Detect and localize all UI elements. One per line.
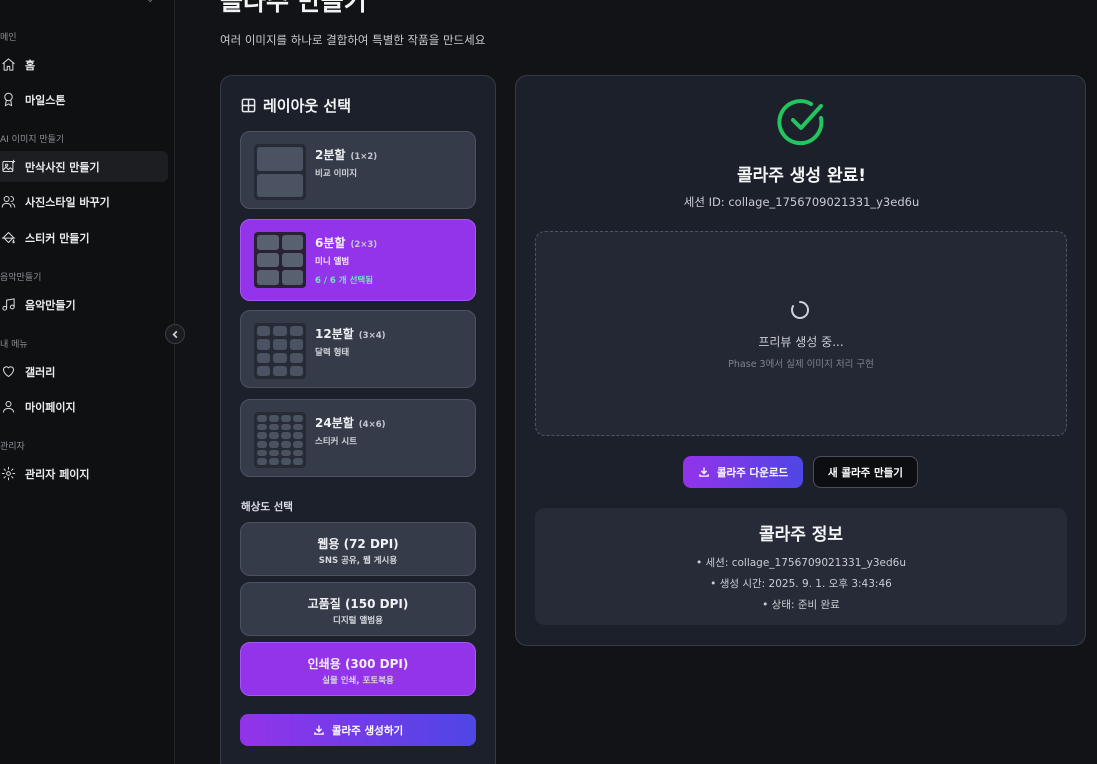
music-icon bbox=[0, 297, 16, 313]
page-subtitle: 여러 이미지를 하나로 결합하여 특별한 작품을 만드세요 bbox=[220, 33, 486, 47]
sidebar-item-label: 관리자 페이지 bbox=[25, 467, 90, 481]
layout-thumbnail bbox=[254, 412, 306, 468]
layout-name: 6분할 (2×3) bbox=[315, 236, 378, 250]
resolution-option-300[interactable]: 인쇄용 (300 DPI) 실물 인쇄, 포토북용 bbox=[240, 642, 476, 696]
heart-icon bbox=[0, 364, 16, 380]
download-collage-button[interactable]: 콜라주 다운로드 bbox=[683, 456, 803, 488]
sidebar-item-photo-style[interactable]: 사진스타일 바꾸기 bbox=[0, 186, 168, 217]
layout-thumbnail bbox=[254, 323, 306, 379]
layout-thumbnail bbox=[254, 144, 306, 200]
done-title: 콜라주 생성 완료! bbox=[736, 166, 867, 186]
check-circle-icon bbox=[777, 99, 824, 146]
sidebar-item-label: 마일스톤 bbox=[25, 93, 66, 107]
layout-panel-title: 레이아웃 선택 bbox=[241, 95, 351, 116]
sidebar-item-label: 스티커 만들기 bbox=[25, 231, 90, 245]
users-icon bbox=[0, 194, 16, 210]
sidebar-item-sticker[interactable]: 스티커 만들기 bbox=[0, 222, 168, 253]
layout-panel: 레이아웃 선택 2분할 (1×2) 비교 이미지 6분할 (2×3) 미니 앨범 6… bbox=[220, 75, 496, 764]
sidebar-item-gallery[interactable]: 갤러리 bbox=[0, 356, 168, 387]
sidebar-collapse-button[interactable] bbox=[165, 324, 185, 344]
layout-panel-title-text: 레이아웃 선택 bbox=[263, 97, 352, 115]
layout-desc: 미니 앨범 bbox=[315, 257, 350, 267]
sidebar-item-label: 홈 bbox=[25, 58, 36, 72]
preview-note: Phase 3에서 실제 이미지 처리 구현 bbox=[728, 359, 874, 370]
layout-name: 24분할 (4×6) bbox=[315, 416, 386, 430]
layout-name: 12분할 (3×4) bbox=[315, 327, 386, 341]
preview-status: 프리뷰 생성 중... bbox=[758, 335, 844, 349]
layout-option-12[interactable]: 12분할 (3×4) 달력 형태 bbox=[240, 310, 476, 388]
collage-info-title: 콜라주 정보 bbox=[758, 525, 844, 545]
sidebar-section-ai-image: AI 이미지 만들기 bbox=[0, 135, 65, 145]
loading-spinner-icon bbox=[791, 300, 809, 319]
resolution-label: 웹용 (72 DPI) bbox=[317, 537, 399, 551]
image-sparkle-icon bbox=[0, 159, 16, 175]
sidebar-item-label: 마이페이지 bbox=[25, 400, 76, 414]
chevron-left-icon bbox=[171, 330, 177, 338]
resolution-desc: 실물 인쇄, 포토북용 bbox=[322, 676, 394, 686]
sidebar-section-music: 음악만들기 bbox=[0, 273, 42, 283]
layout-option-2[interactable]: 2분할 (1×2) 비교 이미지 bbox=[240, 131, 476, 209]
sidebar-item-label: 만삭사진 만들기 bbox=[25, 160, 100, 174]
info-session: • 세션: collage_1756709021331_y3ed6u bbox=[695, 557, 907, 569]
collage-info: 콜라주 정보 • 세션: collage_1756709021331_y3ed6… bbox=[535, 508, 1067, 625]
sidebar-item-home[interactable]: 홈 bbox=[0, 49, 168, 80]
sidebar-section-admin: 관리자 bbox=[0, 442, 25, 452]
download-collage-label: 콜라주 다운로드 bbox=[716, 466, 789, 479]
info-created-time: • 생성 시간: 2025. 9. 1. 오후 3:43:46 bbox=[710, 578, 892, 590]
sidebar-item-admin[interactable]: 관리자 페이지 bbox=[0, 458, 168, 489]
layout-thumbnail bbox=[254, 232, 306, 288]
sidebar-item-milestone[interactable]: 마일스톤 bbox=[0, 84, 168, 115]
page-title: 콜라주 만들기 bbox=[220, 0, 367, 16]
award-icon bbox=[0, 92, 16, 108]
generate-collage-label: 콜라주 생성하기 bbox=[331, 724, 404, 737]
layout-name: 2분할 (1×2) bbox=[315, 148, 378, 162]
resolution-desc: SNS 공유, 웹 게시용 bbox=[318, 556, 398, 566]
generate-collage-button[interactable]: 콜라주 생성하기 bbox=[240, 714, 476, 746]
resolution-option-72[interactable]: 웹용 (72 DPI) SNS 공유, 웹 게시용 bbox=[240, 522, 476, 576]
gear-icon bbox=[0, 466, 16, 482]
resolution-title: 해상도 선택 bbox=[241, 501, 293, 513]
preview-area: 프리뷰 생성 중... Phase 3에서 실제 이미지 처리 구현 bbox=[535, 231, 1067, 436]
home-icon bbox=[0, 57, 16, 73]
sidebar-section-my-menu: 내 메뉴 bbox=[0, 340, 28, 350]
sidebar-item-mypage[interactable]: 마이페이지 bbox=[0, 391, 168, 422]
sidebar-item-label: 갤러리 bbox=[25, 365, 56, 379]
layout-option-6[interactable]: 6분할 (2×3) 미니 앨범 6 / 6 개 선택됨 bbox=[240, 219, 476, 301]
download-icon bbox=[314, 725, 324, 735]
resolution-option-150[interactable]: 고품질 (150 DPI) 디지털 앨범용 bbox=[240, 582, 476, 636]
sidebar: ⌄ 메인 홈 마일스톤 AI 이미지 만들기 만삭사진 만들기 사진스타일 바꾸… bbox=[0, 0, 175, 764]
resolution-label: 인쇄용 (300 DPI) bbox=[307, 657, 409, 671]
paint-bucket-icon bbox=[0, 230, 16, 246]
layout-desc: 달력 형태 bbox=[315, 348, 350, 358]
sidebar-item-label: 음악만들기 bbox=[25, 298, 76, 312]
layout-option-24[interactable]: 24분할 (4×6) 스티커 시트 bbox=[240, 399, 476, 477]
info-status: • 상태: 준비 완료 bbox=[762, 599, 840, 611]
grid-icon bbox=[241, 98, 256, 113]
session-id: 세션 ID: collage_1756709021331_y3ed6u bbox=[683, 195, 920, 209]
sidebar-item-music[interactable]: 음악만들기 bbox=[0, 289, 168, 320]
resolution-desc: 디지털 앨범용 bbox=[333, 616, 383, 626]
sidebar-item-label: 사진스타일 바꾸기 bbox=[25, 195, 110, 209]
chevron-icon[interactable]: ⌄ bbox=[146, 0, 158, 6]
selected-count: 6 / 6 개 선택됨 bbox=[315, 276, 374, 286]
download-icon bbox=[699, 467, 709, 477]
new-collage-button[interactable]: 새 콜라주 만들기 bbox=[813, 456, 918, 488]
resolution-label: 고품질 (150 DPI) bbox=[307, 597, 409, 611]
sidebar-item-maternity-photo[interactable]: 만삭사진 만들기 bbox=[0, 151, 168, 182]
layout-desc: 스티커 시트 bbox=[315, 437, 358, 447]
user-icon bbox=[0, 399, 16, 415]
layout-desc: 비교 이미지 bbox=[315, 169, 358, 179]
sidebar-section-main: 메인 bbox=[0, 33, 17, 43]
result-panel: 콜라주 생성 완료! 세션 ID: collage_1756709021331_… bbox=[515, 75, 1086, 646]
